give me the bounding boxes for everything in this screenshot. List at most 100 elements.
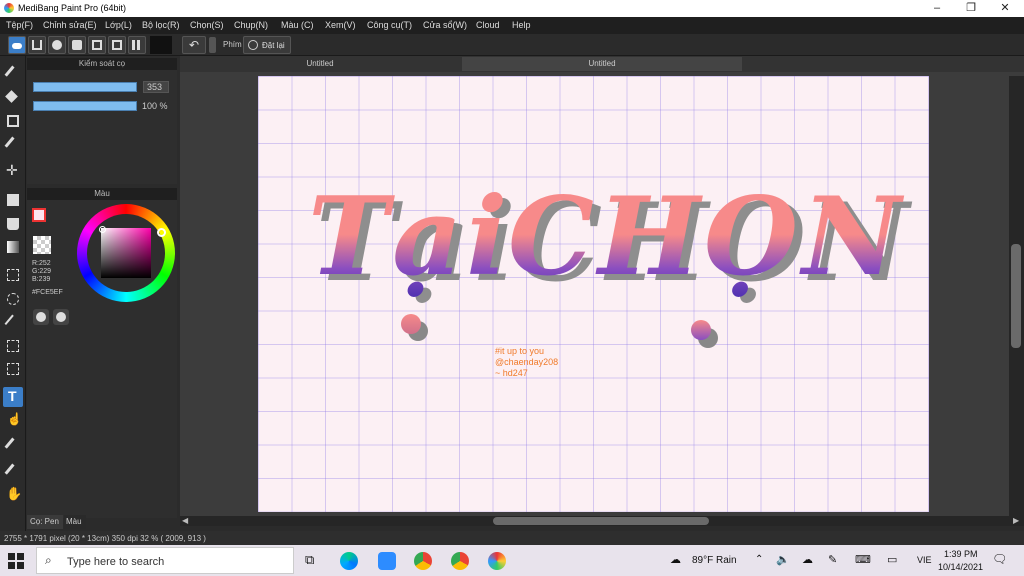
volume-icon[interactable]: 🔈 (776, 553, 790, 566)
note-line-1: #it up to you (495, 346, 545, 356)
menu-item[interactable]: Công cụ(T) (367, 20, 412, 30)
clock-date[interactable]: 10/14/2021 (938, 562, 983, 572)
gradient-tool[interactable] (3, 237, 23, 257)
operation-tool[interactable]: ☝ (3, 411, 23, 431)
hand-tool[interactable]: ✋ (3, 486, 23, 506)
menu-item[interactable]: Tệp(F) (6, 20, 33, 30)
scroll-left-arrow-icon[interactable]: ◀ (182, 516, 188, 525)
grid-button[interactable] (128, 36, 146, 54)
menu-item[interactable]: Chọn(S) (190, 20, 224, 30)
tab-color[interactable]: Màu (64, 515, 86, 529)
menu-item[interactable]: Help (512, 20, 531, 30)
title-text-line1: Tại (308, 174, 512, 300)
weather-text[interactable]: 89°F Rain (692, 555, 737, 566)
menu-item[interactable]: Xem(V) (325, 20, 356, 30)
cloud-button[interactable] (8, 36, 26, 54)
lasso-icon (7, 293, 19, 305)
pen-icon[interactable]: ✎ (828, 553, 837, 566)
magic-wand-tool[interactable] (3, 313, 23, 333)
toolbar-handle[interactable] (209, 37, 216, 53)
zoom-icon[interactable] (378, 552, 396, 570)
scroll-right-arrow-icon[interactable]: ▶ (1013, 516, 1019, 525)
tab-document-1[interactable]: Untitled (180, 57, 460, 71)
edge-icon[interactable] (340, 552, 358, 570)
comment-button[interactable] (48, 36, 66, 54)
tab-brush[interactable]: Cọ: Pen (27, 515, 63, 529)
hue-marker[interactable] (157, 228, 166, 237)
chrome-icon-2[interactable] (451, 552, 469, 570)
blur-tool[interactable] (3, 135, 23, 155)
eyedropper-icon (4, 463, 22, 481)
maximize-button[interactable]: ❐ (954, 0, 988, 17)
transparent-swatch[interactable] (33, 236, 51, 254)
dot-tool[interactable] (3, 111, 23, 131)
window-title: MediBang Paint Pro (64bit) (18, 3, 127, 13)
bucket-tool[interactable] (3, 214, 23, 234)
menu-item[interactable]: Chỉnh sửa(E) (43, 20, 97, 30)
divide-tool[interactable] (3, 436, 23, 456)
brush-opacity-slider[interactable] (33, 101, 137, 111)
close-button[interactable]: ✕ (988, 0, 1022, 17)
comment-icon (52, 40, 62, 50)
select-tool[interactable] (3, 265, 23, 285)
color-hex-value: #FCE5EF (32, 289, 63, 296)
select-eraser-tool[interactable] (3, 359, 23, 379)
start-windows-icon[interactable] (8, 553, 24, 569)
menu-item[interactable]: Màu (C) (281, 20, 314, 30)
menu-item[interactable]: Cloud (476, 20, 500, 30)
chrome-icon[interactable] (414, 552, 432, 570)
list-icon (112, 40, 122, 50)
brush-tool[interactable] (3, 64, 23, 84)
list-button[interactable] (108, 36, 126, 54)
eraser-tool[interactable] (3, 88, 23, 108)
menu-item[interactable]: Lớp(L) (105, 20, 132, 30)
horizontal-scrollbar[interactable]: ◀ ▶ (180, 516, 1024, 526)
color-history-button[interactable] (53, 309, 69, 325)
bucket-icon (7, 218, 19, 230)
menu-item[interactable]: Bộ lọc(R) (142, 20, 180, 30)
share-button[interactable] (28, 36, 46, 54)
sv-marker[interactable] (99, 226, 106, 233)
eyedropper-tool[interactable] (3, 462, 23, 482)
tab-document-2[interactable]: Untitled (462, 57, 742, 71)
menu-item[interactable]: Cửa sổ(W) (423, 20, 467, 30)
brush-size-slider[interactable] (33, 82, 137, 92)
text-tool[interactable]: T (3, 387, 23, 407)
select-pen-tool[interactable] (3, 336, 23, 356)
keyboard-icon[interactable]: ⌨ (855, 553, 871, 566)
search-box[interactable]: ⌕ Type here to search (36, 547, 294, 574)
vertical-scroll-thumb[interactable] (1011, 244, 1021, 348)
display-icon[interactable]: ▭ (887, 553, 897, 566)
chat-icon (72, 40, 82, 50)
reset-icon (248, 40, 258, 50)
chat-button[interactable] (68, 36, 86, 54)
clock-time[interactable]: 1:39 PM (944, 549, 978, 559)
vertical-scrollbar[interactable] (1009, 76, 1024, 516)
reset-button[interactable]: Đặt lại (243, 36, 291, 54)
menu-item[interactable]: Chụp(N) (234, 20, 268, 30)
saturation-square[interactable] (101, 228, 151, 278)
move-tool[interactable]: ✛ (3, 162, 23, 182)
blur-icon (4, 136, 22, 154)
tray-chevron-icon[interactable]: ⌃ (755, 554, 763, 565)
hue-wheel[interactable] (77, 204, 175, 302)
lasso-tool[interactable] (3, 289, 23, 309)
task-view-icon[interactable]: ⧉ (305, 552, 314, 568)
minimize-button[interactable]: – (920, 0, 954, 17)
palette-button[interactable] (33, 309, 49, 325)
foreground-swatch[interactable] (32, 208, 46, 222)
weather-icon: ☁ (670, 554, 681, 566)
drawing-canvas[interactable]: Tại Tại CHỌN CHỌN #it up to you @chaenda… (258, 76, 929, 512)
page-button[interactable] (88, 36, 106, 54)
language-indicator[interactable]: VIE (917, 555, 932, 565)
undo-button[interactable]: ↶ (182, 36, 206, 54)
onedrive-icon[interactable]: ☁ (802, 553, 813, 566)
status-text: 2755 * 1791 pixel (20 * 13cm) 350 dpi 32… (4, 534, 206, 543)
notification-icon[interactable]: 🗨 (992, 552, 1007, 566)
move-icon: ✛ (6, 162, 18, 178)
fill-rect-tool[interactable] (3, 190, 23, 210)
medibang-icon[interactable] (488, 552, 506, 570)
reset-label: Đặt lại (262, 41, 285, 50)
magic-wand-icon (4, 314, 22, 332)
horizontal-scroll-thumb[interactable] (493, 517, 709, 525)
